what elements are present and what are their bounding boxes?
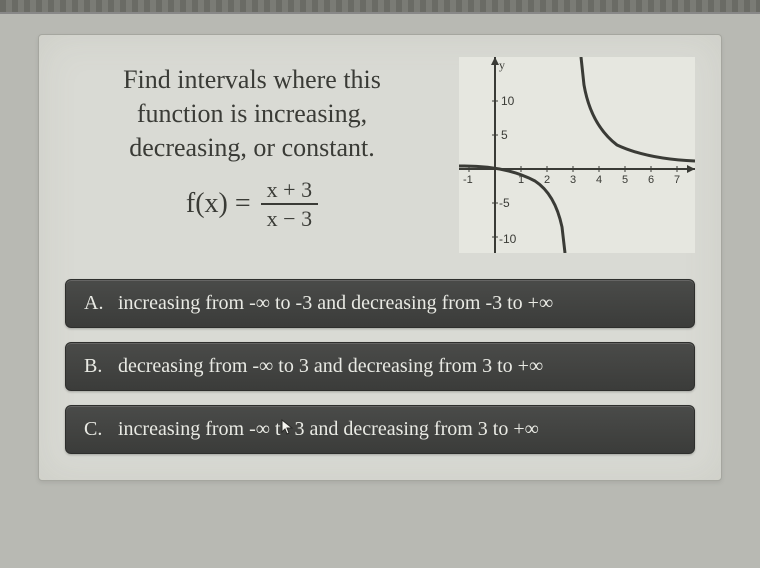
question-prompt: Find intervals where this function is in… (65, 57, 439, 164)
x-tick-neg1: -1 (463, 174, 473, 186)
y-tick-5: 5 (501, 128, 508, 142)
formula-fraction: x + 3 x − 3 (261, 178, 318, 230)
formula: f(x) = x + 3 x − 3 (65, 178, 439, 230)
y-tick-neg10: -10 (499, 232, 517, 246)
option-c-text: increasing from -∞ t 3 and decreasing fro… (118, 418, 539, 441)
option-c-letter: C. (84, 418, 108, 441)
x-tick-4: 4 (596, 174, 602, 186)
question-left: Find intervals where this function is in… (65, 57, 439, 231)
curve-right-branch (581, 57, 695, 161)
question-top-row: Find intervals where this function is in… (65, 57, 695, 253)
graph: y 10 5 -5 -10 -1 1 2 3 (459, 57, 695, 253)
option-a[interactable]: A. increasing from -∞ to -3 and decreasi… (65, 279, 695, 328)
option-a-text: increasing from -∞ to -3 and decreasing … (118, 292, 553, 315)
cursor-icon (281, 419, 295, 437)
option-c-pre: increasing from -∞ t (118, 418, 281, 440)
answer-options: A. increasing from -∞ to -3 and decreasi… (65, 279, 695, 454)
window-top-border (0, 0, 760, 14)
x-tick-7: 7 (674, 174, 680, 186)
y-tick-10: 10 (501, 94, 515, 108)
formula-lhs: f(x) = (186, 188, 251, 220)
option-b-letter: B. (84, 355, 108, 378)
fraction-denominator: x − 3 (261, 205, 318, 230)
graph-svg: y 10 5 -5 -10 -1 1 2 3 (459, 57, 695, 253)
prompt-line-3: decreasing, or constant. (129, 133, 374, 162)
prompt-line-1: Find intervals where this (123, 65, 381, 94)
option-c-post: 3 and decreasing from 3 to +∞ (295, 418, 539, 440)
option-a-letter: A. (84, 292, 108, 315)
x-tick-2: 2 (544, 174, 550, 186)
y-tick-neg5: -5 (499, 196, 510, 210)
prompt-line-2: function is increasing, (137, 99, 367, 128)
y-axis-label: y (499, 58, 505, 72)
x-tick-5: 5 (622, 174, 628, 186)
option-c[interactable]: C. increasing from -∞ t 3 and decreasing … (65, 405, 695, 454)
x-tick-3: 3 (570, 174, 576, 186)
fraction-numerator: x + 3 (261, 178, 318, 205)
option-b-text: decreasing from -∞ to 3 and decreasing f… (118, 355, 543, 378)
x-tick-6: 6 (648, 174, 654, 186)
option-b[interactable]: B. decreasing from -∞ to 3 and decreasin… (65, 342, 695, 391)
question-card: Find intervals where this function is in… (38, 34, 722, 481)
